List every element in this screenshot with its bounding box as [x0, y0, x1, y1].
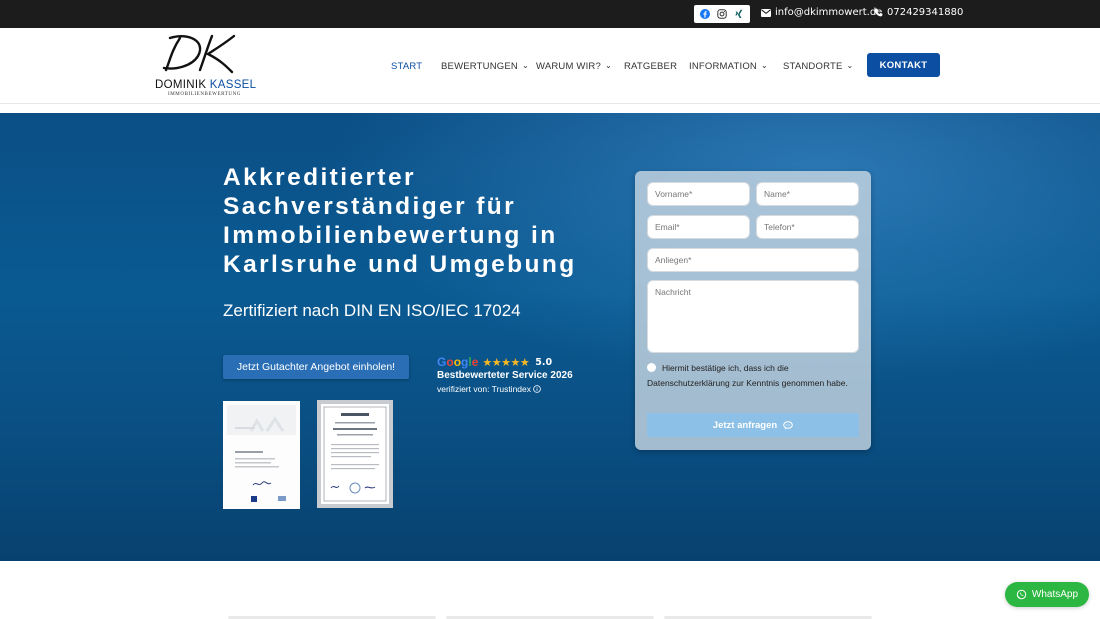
nav-label: START [391, 61, 423, 72]
site-header: DOMINIK KASSEL IMMOBILIENBEWERTUNG START… [0, 28, 1100, 104]
nav-label: INFORMATION [689, 61, 757, 72]
logo-last-name: KASSEL [209, 79, 257, 91]
instagram-icon[interactable] [715, 7, 729, 21]
facebook-icon[interactable] [698, 7, 712, 21]
certificate-image-1[interactable] [223, 401, 300, 509]
google-logo: Google [437, 355, 479, 369]
chevron-down-icon: ⌄ [761, 61, 768, 70]
verified-text: verifiziert von: Trustindex [437, 384, 532, 394]
hero-subtitle: Zertifiziert nach DIN EN ISO/IEC 17024 [223, 301, 521, 320]
firstname-field[interactable]: Vorname* [647, 182, 750, 206]
verified-label: verifiziert von: Trustindex [437, 384, 541, 394]
submit-label: Jetzt anfragen [712, 419, 778, 431]
email-text: info@dkimmowert.de [775, 7, 883, 18]
whatsapp-icon [1016, 589, 1027, 600]
hero-section: Akkreditierter Sachverständiger für Immo… [0, 113, 1100, 561]
nav-label: BEWERTUNGEN [441, 61, 518, 72]
hero-title-line: Immobilienbewertung in [223, 222, 558, 249]
nav-warum-wir[interactable]: WARUM WIR? ⌄ [536, 61, 612, 72]
nav-standorte[interactable]: STANDORTE ⌄ [783, 61, 853, 72]
envelope-icon [761, 8, 771, 17]
whatsapp-label: WhatsApp [1031, 589, 1079, 600]
certificate-image-2[interactable] [317, 400, 393, 508]
xing-icon[interactable] [732, 7, 746, 21]
rating-value: 5.0 [535, 356, 553, 368]
contact-form: Vorname* Name* Email* Telefon* Anliegen*… [635, 171, 871, 450]
google-rating-badge[interactable]: Google ★★★★★ 5.0 [437, 355, 552, 369]
top-bar: info@dkimmowert.de 072429341880 [0, 0, 1100, 28]
message-textarea[interactable]: Nachricht [647, 280, 859, 353]
info-icon[interactable] [533, 385, 541, 393]
logo-tagline: IMMOBILIENBEWERTUNG [168, 92, 242, 97]
hero-title: Akkreditierter Sachverständiger für Immo… [223, 163, 613, 279]
chat-bubble-icon [783, 420, 794, 430]
chevron-down-icon: ⌄ [521, 61, 529, 70]
nav-bewertungen[interactable]: BEWERTUNGEN ⌄ [441, 61, 529, 72]
email-link[interactable]: info@dkimmowert.de [761, 7, 882, 18]
email-field[interactable]: Email* [647, 215, 750, 239]
kontakt-button[interactable]: KONTAKT [867, 53, 940, 77]
chevron-down-icon: ⌄ [604, 61, 612, 70]
phone-text: 072429341880 [887, 7, 964, 18]
nav-label: RATGEBER [624, 61, 678, 72]
hero-title-line: Karlsruhe und Umgebung [223, 251, 577, 278]
hero-title-line: Sachverständiger für [223, 193, 517, 220]
logo-first-name: DOMINIK [155, 79, 207, 91]
nav-label: WARUM WIR? [536, 61, 601, 72]
get-offer-button[interactable]: Jetzt Gutachter Angebot einholen! [223, 355, 409, 379]
social-links [694, 5, 750, 23]
phone-link[interactable]: 072429341880 [874, 7, 963, 18]
nav-label: STANDORTE [783, 61, 843, 72]
consent-text: Hiermit bestätige ich, dass ich die Date… [647, 363, 848, 388]
chevron-down-icon: ⌄ [846, 61, 854, 70]
submit-button[interactable]: Jetzt anfragen [647, 413, 859, 437]
concern-field[interactable]: Anliegen* [647, 248, 859, 272]
hero-title-line: Akkreditierter [223, 164, 416, 191]
nav-information[interactable]: INFORMATION ⌄ [689, 61, 768, 72]
logo-wordmark: DOMINIK KASSEL [155, 79, 256, 91]
star-rating-icon: ★★★★★ [482, 355, 530, 369]
nav-start[interactable]: START [391, 61, 422, 72]
whatsapp-button[interactable]: WhatsApp [1005, 582, 1089, 607]
lastname-field[interactable]: Name* [756, 182, 859, 206]
phone-field[interactable]: Telefon* [756, 215, 859, 239]
nav-ratgeber[interactable]: RATGEBER [624, 61, 677, 72]
best-service-label: Bestbewerteter Service 2026 [437, 370, 573, 381]
phone-icon [874, 8, 883, 17]
